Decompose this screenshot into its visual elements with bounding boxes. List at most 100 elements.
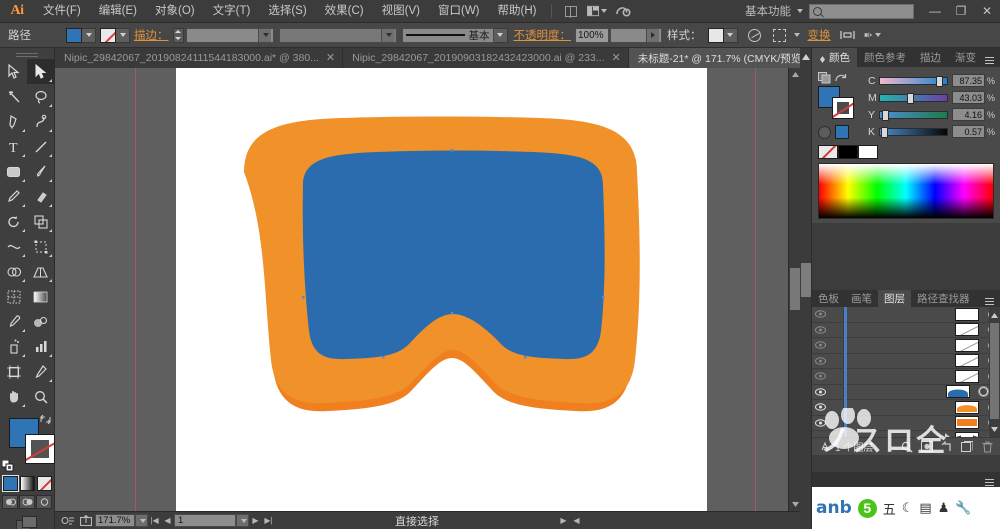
menu-help[interactable]: 帮助(H) xyxy=(489,0,546,23)
slider-knob-m[interactable] xyxy=(907,93,914,104)
tab-pathfinder[interactable]: 路径查找器 xyxy=(911,290,976,307)
scale-tool[interactable] xyxy=(27,209,54,234)
artboard-tool[interactable] xyxy=(0,359,27,384)
artboard-dropdown-button[interactable] xyxy=(236,514,249,527)
tab-layers[interactable]: 图层 xyxy=(878,290,911,307)
layer-thumbnail[interactable] xyxy=(955,323,979,336)
locate-layer-icon[interactable] xyxy=(897,439,917,455)
slider-track-c[interactable] xyxy=(879,77,948,85)
column-graph-tool[interactable] xyxy=(27,334,54,359)
menu-effect[interactable]: 效果(C) xyxy=(316,0,373,23)
transform-label[interactable]: 变换 xyxy=(808,27,831,43)
share-icon[interactable] xyxy=(77,514,95,528)
fill-dropdown-button[interactable] xyxy=(82,28,96,43)
menu-window[interactable]: 窗口(W) xyxy=(429,0,489,23)
opacity-slider-button[interactable] xyxy=(610,28,662,43)
restore-button[interactable]: ❐ xyxy=(948,0,974,23)
new-layer-icon[interactable] xyxy=(957,439,977,455)
lock-column[interactable] xyxy=(829,384,844,399)
layers-panel-menu-icon[interactable] xyxy=(983,293,996,304)
hand-tool[interactable] xyxy=(0,384,27,409)
graphic-style-swatch[interactable] xyxy=(708,28,724,43)
ski-goggles-artwork[interactable] xyxy=(176,68,707,511)
tab-color-guide[interactable]: 颜色参考 xyxy=(857,48,913,67)
zoom-level-field[interactable]: 171.7% xyxy=(95,514,135,527)
tab-swatches[interactable]: 色板 xyxy=(812,290,845,307)
stroke-label[interactable]: 描边： xyxy=(134,27,169,43)
stroke-swatch-none[interactable] xyxy=(100,28,116,43)
white-swatch-button[interactable] xyxy=(858,145,878,159)
eye-icon[interactable] xyxy=(812,338,829,353)
eye-icon[interactable] xyxy=(812,307,829,322)
symbol-sprayer-tool[interactable] xyxy=(0,334,27,359)
table-row[interactable] xyxy=(812,385,1000,401)
pencil-tool[interactable] xyxy=(0,184,27,209)
align-options-icon[interactable] xyxy=(864,27,881,44)
dock-collapse-icon[interactable] xyxy=(802,51,810,57)
menu-file[interactable]: 文件(F) xyxy=(34,0,90,23)
eye-icon[interactable] xyxy=(812,322,829,337)
layers-scroll-up-icon[interactable] xyxy=(991,309,998,321)
workspace-label[interactable]: 基本功能 xyxy=(741,3,795,19)
eraser-tool[interactable] xyxy=(27,184,54,209)
slider-knob-c[interactable] xyxy=(936,76,943,87)
brush-definition-field[interactable]: 基本 xyxy=(402,28,494,43)
canvas-vertical-scrollbar[interactable] xyxy=(788,68,800,511)
menu-edit[interactable]: 编辑(E) xyxy=(90,0,146,23)
scroll-down-icon[interactable] xyxy=(790,499,800,510)
black-swatch-button[interactable] xyxy=(838,145,858,159)
document-tab-3-active[interactable]: 未标题-21* @ 171.7% (CMYK/预览) ✕ xyxy=(629,48,829,68)
make-mask-icon[interactable] xyxy=(917,439,937,455)
color-panel-stroke-swatch[interactable] xyxy=(832,97,854,119)
slider-track-m[interactable] xyxy=(879,94,948,102)
layers-scroll-down-icon[interactable] xyxy=(991,423,998,435)
blend-tool[interactable] xyxy=(27,309,54,334)
eye-icon[interactable] xyxy=(812,369,829,384)
lock-column[interactable] xyxy=(829,322,844,337)
minimize-button[interactable]: — xyxy=(922,0,948,23)
table-row[interactable] xyxy=(812,338,1000,354)
first-artboard-icon[interactable]: |◀ xyxy=(148,514,161,527)
magic-wand-tool[interactable] xyxy=(0,84,27,109)
color-spectrum-bar[interactable] xyxy=(818,163,994,219)
selection-tool[interactable] xyxy=(0,59,27,84)
gradient-tool[interactable] xyxy=(27,284,54,309)
width-tool[interactable] xyxy=(0,234,27,259)
new-sublayer-icon[interactable] xyxy=(937,439,957,455)
screen-mode-button[interactable] xyxy=(0,516,54,529)
menu-object[interactable]: 对象(O) xyxy=(146,0,204,23)
status-expand-icon[interactable]: ▶ xyxy=(557,514,570,527)
channel-value-c[interactable]: 87.35 xyxy=(952,74,985,87)
shape-builder-tool[interactable] xyxy=(0,259,27,284)
layer-thumbnail[interactable] xyxy=(946,385,970,398)
color-reset-icon[interactable] xyxy=(834,72,847,84)
curvature-tool[interactable] xyxy=(27,109,54,134)
draw-normal-icon[interactable] xyxy=(2,495,18,509)
select-similar-chevron-down-icon[interactable] xyxy=(794,33,800,37)
dock-scrollbar[interactable] xyxy=(800,48,812,529)
arrange-documents-icon[interactable] xyxy=(587,3,607,19)
align-icon[interactable] xyxy=(839,27,856,44)
layers-scrollbar[interactable] xyxy=(989,307,1000,437)
tab-close-icon[interactable]: ✕ xyxy=(326,53,335,64)
fill-color-control[interactable] xyxy=(66,28,96,43)
layers-scroll-thumb[interactable] xyxy=(990,323,999,419)
perspective-grid-tool[interactable] xyxy=(27,259,54,284)
eyedropper-tool[interactable] xyxy=(0,309,27,334)
document-tab-1[interactable]: Nipic_29842067_20190824111544183000.ai* … xyxy=(55,48,343,68)
lasso-tool[interactable] xyxy=(27,84,54,109)
menu-view[interactable]: 视图(V) xyxy=(373,0,429,23)
graphic-style-control[interactable] xyxy=(708,28,738,43)
menu-select[interactable]: 选择(S) xyxy=(259,0,315,23)
layer-thumbnail[interactable] xyxy=(955,339,979,352)
none-fill-button[interactable] xyxy=(37,476,52,491)
close-button[interactable]: ✕ xyxy=(974,0,1000,23)
default-fill-stroke-icon[interactable] xyxy=(2,460,14,472)
artboard-navigation-icon[interactable] xyxy=(59,514,77,528)
select-similar-icon[interactable] xyxy=(771,27,788,44)
last-artboard-icon[interactable]: ▶| xyxy=(262,514,275,527)
eye-icon[interactable] xyxy=(812,353,829,368)
line-segment-tool[interactable] xyxy=(27,134,54,159)
table-row[interactable] xyxy=(812,369,1000,385)
stroke-color-control[interactable] xyxy=(100,28,130,43)
